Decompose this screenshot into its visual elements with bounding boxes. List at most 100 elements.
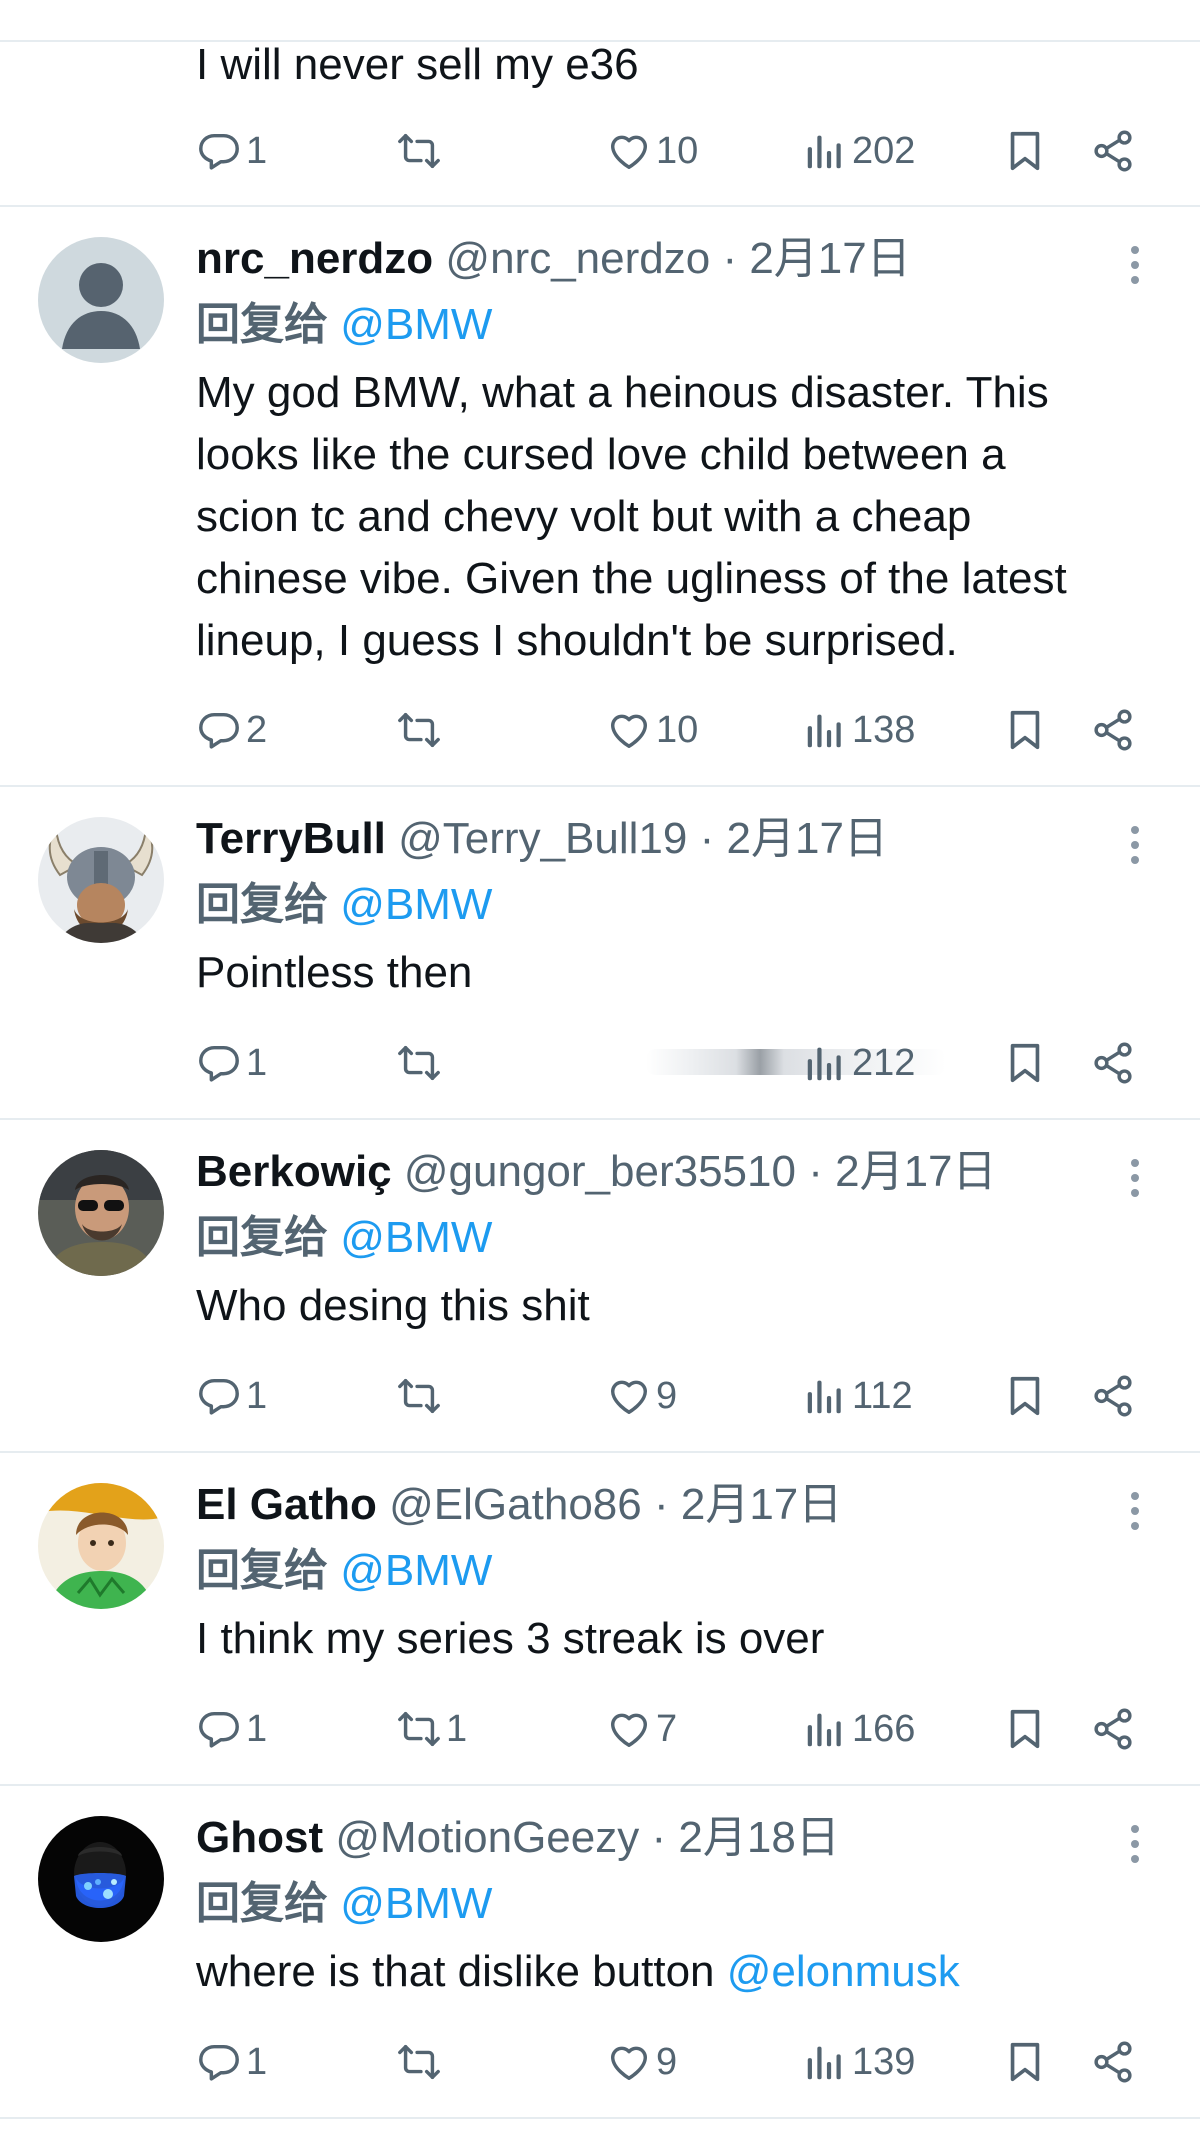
reply-prefix: 回复给 — [196, 1879, 328, 1928]
bookmark-button[interactable] — [1002, 1370, 1048, 1422]
retweet-button[interactable] — [396, 1037, 446, 1089]
body-mention-link[interactable]: @elonmusk — [727, 1947, 960, 1996]
reply-button[interactable]: 1 — [196, 1370, 267, 1422]
dot-icon — [1131, 246, 1139, 254]
reply-prefix: 回复给 — [196, 1546, 328, 1595]
more-options-button[interactable] — [1120, 240, 1150, 290]
retweet-icon — [396, 1706, 442, 1752]
dot-icon — [1131, 276, 1139, 284]
tweet-date[interactable]: 2月17日 — [727, 814, 888, 863]
reply-icon — [196, 707, 242, 753]
share-icon — [1090, 707, 1136, 753]
tweet-date[interactable]: 2月17日 — [749, 234, 910, 283]
avatar[interactable] — [38, 1816, 164, 1942]
avatar[interactable] — [38, 237, 164, 363]
bookmark-button[interactable] — [1002, 2036, 1048, 2088]
reply-to-line: 回复给 @BMW — [196, 878, 492, 932]
reply-count: 1 — [246, 1374, 268, 1417]
share-button[interactable] — [1090, 1370, 1136, 1422]
tweet-header: Ghost @MotionGeezy · 2月18日 — [196, 1811, 840, 1865]
more-options-button[interactable] — [1120, 820, 1150, 870]
more-options-button[interactable] — [1120, 1819, 1150, 1869]
avatar[interactable] — [38, 1483, 164, 1609]
share-button[interactable] — [1090, 1037, 1136, 1089]
avatar[interactable] — [38, 1150, 164, 1276]
retweet-button[interactable] — [396, 1370, 446, 1422]
retweet-button[interactable] — [396, 2036, 446, 2088]
share-button[interactable] — [1090, 704, 1136, 756]
share-button[interactable] — [1090, 2036, 1136, 2088]
display-name[interactable]: nrc_nerdzo — [196, 234, 433, 283]
user-handle[interactable]: @ElGatho86 — [389, 1480, 642, 1529]
user-handle[interactable]: @nrc_nerdzo — [445, 234, 710, 283]
reply-mention[interactable]: @BMW — [340, 300, 492, 349]
avatar[interactable] — [38, 817, 164, 943]
tweet-text-line: I think my series 3 streak is over — [196, 1614, 825, 1663]
dot-icon — [1131, 1840, 1139, 1848]
tweet-text: where is that dislike button — [196, 1947, 727, 1996]
tweet-date[interactable]: 2月18日 — [678, 1813, 839, 1862]
reply-mention[interactable]: @BMW — [340, 1879, 492, 1928]
bookmark-icon — [1002, 1040, 1048, 1086]
heart-icon — [606, 1706, 652, 1752]
more-options-button[interactable] — [1120, 1486, 1150, 1536]
tweet-actions: 1 9 112 — [196, 1370, 1156, 1422]
views-button[interactable]: 212 — [802, 1037, 915, 1089]
like-button[interactable]: 9 — [606, 2036, 677, 2088]
display-name[interactable]: Ghost — [196, 1813, 323, 1862]
display-name[interactable]: El Gatho — [196, 1480, 377, 1529]
like-button[interactable]: 7 — [606, 1703, 677, 1755]
reply-button[interactable]: 2 — [196, 704, 267, 756]
tweet-actions: 2 10 138 — [196, 704, 1156, 756]
user-handle[interactable]: @gungor_ber35510 — [404, 1147, 796, 1196]
views-button[interactable]: 138 — [802, 704, 915, 756]
view-count: 138 — [852, 708, 916, 751]
dot-icon — [1131, 841, 1139, 849]
reply-icon — [196, 1706, 242, 1752]
user-handle[interactable]: @Terry_Bull19 — [398, 814, 687, 863]
like-count: 10 — [656, 708, 699, 751]
view-count: 112 — [852, 1374, 913, 1417]
retweet-icon — [396, 2039, 442, 2085]
like-button[interactable]: 10 — [606, 704, 698, 756]
bookmark-button[interactable] — [1002, 1703, 1048, 1755]
views-button[interactable]: 112 — [802, 1370, 913, 1422]
retweet-button[interactable]: 1 — [396, 1703, 467, 1755]
tweet: Berkowiç @gungor_ber35510 · 2月17日 回复给 @B… — [0, 1120, 1200, 1453]
bookmark-icon — [1002, 1706, 1048, 1752]
tweet-text-line: chinese vibe. Given the ugliness of the … — [196, 554, 1067, 603]
reply-mention[interactable]: @BMW — [340, 1546, 492, 1595]
dot-icon — [1131, 1189, 1139, 1197]
separator-dot: · — [722, 234, 738, 283]
tweet-date[interactable]: 2月17日 — [681, 1480, 842, 1529]
retweet-button[interactable] — [396, 704, 446, 756]
views-button[interactable]: 166 — [802, 1703, 915, 1755]
reply-button[interactable]: 1 — [196, 1037, 267, 1089]
more-options-button[interactable] — [1120, 1153, 1150, 1203]
blue-mask-avatar-icon — [38, 1816, 164, 1942]
reply-button[interactable]: 1 — [196, 2036, 267, 2088]
separator-dot: · — [808, 1147, 823, 1196]
views-button[interactable]: 139 — [802, 2036, 915, 2088]
dot-icon — [1131, 261, 1139, 269]
reply-icon — [196, 2039, 242, 2085]
display-name[interactable]: Berkowiç — [196, 1147, 392, 1196]
tweet-text-line: Who desing this shit — [196, 1281, 590, 1330]
tweet-date[interactable]: 2月17日 — [835, 1147, 996, 1196]
tweet-body: I think my series 3 streak is over — [196, 1608, 1166, 1670]
retweet-count: 1 — [446, 1707, 468, 1750]
share-button[interactable] — [1090, 1703, 1136, 1755]
tweet: TerryBull @Terry_Bull19 · 2月17日 回复给 @BMW… — [0, 787, 1200, 1120]
tweet-header: nrc_nerdzo @nrc_nerdzo · 2月17日 — [196, 232, 911, 286]
like-button[interactable]: 9 — [606, 1370, 677, 1422]
reply-mention[interactable]: @BMW — [340, 1213, 492, 1262]
reply-mention[interactable]: @BMW — [340, 880, 492, 929]
bookmark-button[interactable] — [1002, 704, 1048, 756]
tweet-body: My god BMW, what a heinous disaster. Thi… — [196, 362, 1166, 672]
dot-icon — [1131, 1522, 1139, 1530]
bookmark-button[interactable] — [1002, 1037, 1048, 1089]
share-icon — [1090, 1040, 1136, 1086]
reply-button[interactable]: 1 — [196, 1703, 267, 1755]
user-handle[interactable]: @MotionGeezy — [335, 1813, 639, 1862]
display-name[interactable]: TerryBull — [196, 814, 386, 863]
